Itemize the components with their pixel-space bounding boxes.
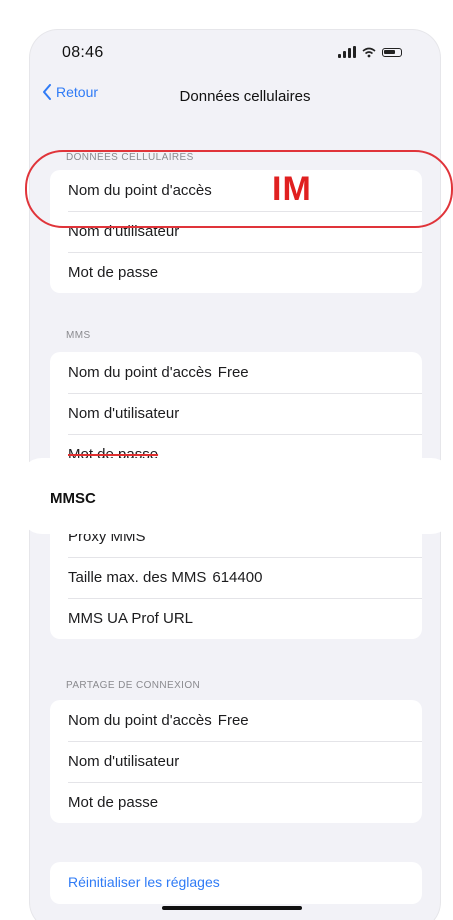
mms-username-row[interactable]: Nom d'utilisateur [50, 393, 422, 434]
section-header-hotspot: PARTAGE DE CONNEXION [66, 680, 201, 691]
phone-frame: 08:46 Retour Données cellulaires DONNÉES… [0, 0, 453, 920]
status-icons [338, 46, 402, 58]
highlight-oval [25, 150, 453, 228]
row-value: 614400 [212, 569, 263, 586]
mms-max-size-row[interactable]: Taille max. des MMS 614400 [50, 557, 422, 598]
status-time: 08:46 [62, 44, 104, 61]
mms-apn-row[interactable]: Nom du point d'accès Free [50, 352, 422, 393]
mmsc-overlay-label: MMSC [50, 490, 96, 507]
row-value: Free [217, 364, 249, 381]
status-bar: 08:46 [30, 30, 440, 80]
hotspot-apn-row[interactable]: Nom du point d'accès Free [50, 700, 422, 741]
page-title: Données cellulaires [179, 88, 311, 105]
hotspot-password-row[interactable]: Mot de passe [50, 782, 422, 823]
wifi-icon [362, 47, 376, 57]
signal-icon [338, 46, 356, 58]
row-label: Nom d'utilisateur [68, 753, 180, 770]
hotspot-username-row[interactable]: Nom d'utilisateur [50, 741, 422, 782]
row-value: Free [217, 712, 249, 729]
row-label: Mot de passe [68, 264, 159, 281]
nav-bar: Retour Données cellulaires [30, 82, 440, 118]
row-label: Nom du point d'accès [68, 712, 212, 729]
annotation-label: IM [272, 170, 312, 208]
row-label: Mot de passe [68, 794, 159, 811]
reset-settings-button[interactable]: Réinitialiser les réglages [68, 874, 220, 890]
reset-group: Réinitialiser les réglages [50, 862, 422, 904]
home-indicator [162, 906, 302, 910]
battery-icon [382, 47, 402, 57]
row-label: Nom du point d'accès [68, 364, 212, 381]
row-label: MMS UA Prof URL [68, 610, 194, 627]
cellular-password-row[interactable]: Mot de passe [50, 252, 422, 293]
row-label: Taille max. des MMS [68, 569, 207, 586]
row-label: Nom d'utilisateur [68, 405, 180, 422]
mms-ua-prof-row[interactable]: MMS UA Prof URL [50, 598, 422, 639]
hotspot-group: Nom du point d'accès Free Nom d'utilisate… [50, 700, 422, 823]
section-header-mms: MMS [66, 330, 91, 341]
